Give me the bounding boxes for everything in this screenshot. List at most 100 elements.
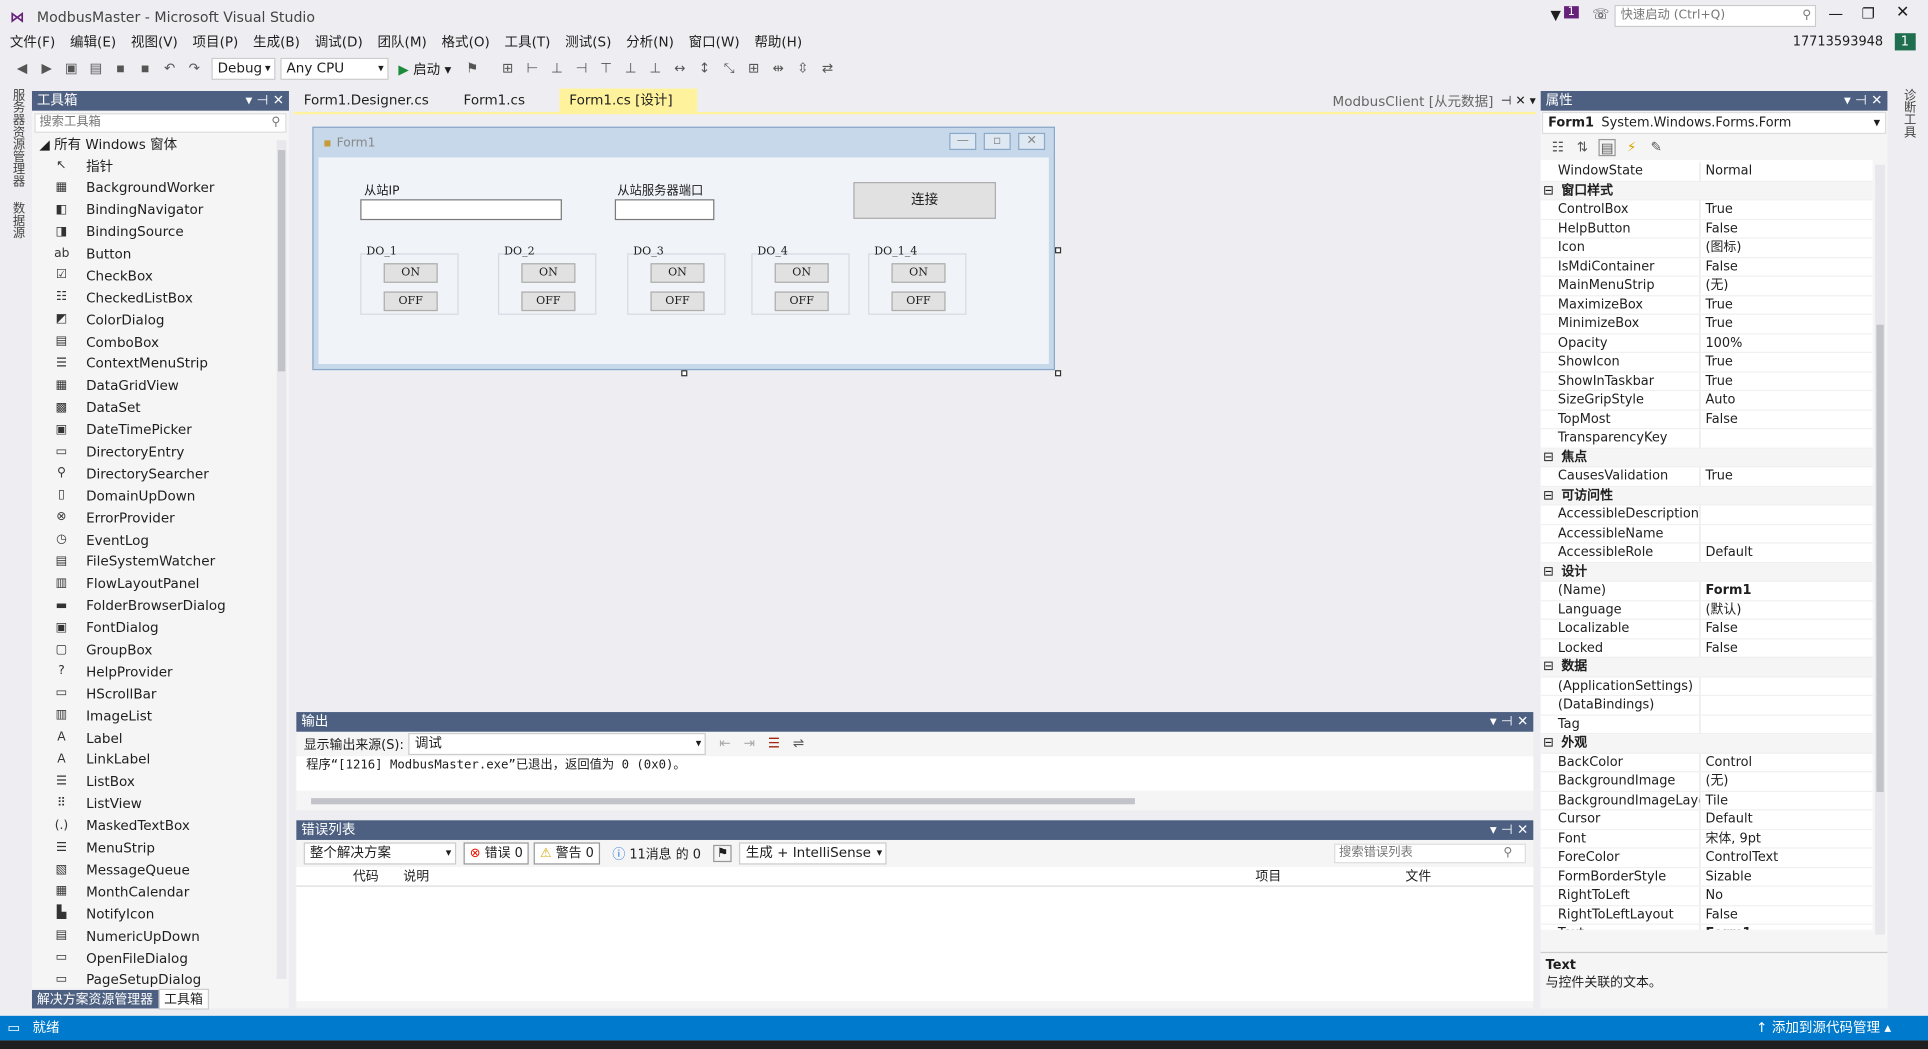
property-row[interactable]: BackColorControl bbox=[1541, 753, 1873, 772]
filter-icon[interactable]: ▼ bbox=[1551, 7, 1561, 23]
metadata-tab[interactable]: ModbusClient [从元数据] bbox=[1333, 91, 1494, 111]
property-row[interactable]: (Name)Form1 bbox=[1541, 582, 1873, 601]
property-row[interactable]: MainMenuStrip(无) bbox=[1541, 277, 1873, 296]
toolbox-item[interactable]: ☰ContextMenuStrip bbox=[32, 353, 274, 375]
do-on-button[interactable]: ON bbox=[521, 263, 575, 283]
toolbox-item[interactable]: ⠿ListView bbox=[32, 793, 274, 815]
output-hscrollbar[interactable] bbox=[311, 798, 1135, 804]
menu-item[interactable]: 生成(B) bbox=[253, 32, 300, 54]
collapse-icon[interactable]: ⊟ bbox=[1543, 563, 1554, 581]
property-row[interactable]: TopMostFalse bbox=[1541, 410, 1873, 429]
same-height-icon[interactable]: ↕ bbox=[696, 60, 713, 77]
property-value[interactable] bbox=[1701, 525, 1873, 543]
property-value[interactable]: Default bbox=[1701, 544, 1873, 562]
resize-handle-right[interactable] bbox=[1055, 247, 1061, 253]
property-value[interactable]: True bbox=[1701, 353, 1873, 371]
property-row[interactable]: SizeGripStyleAuto bbox=[1541, 391, 1873, 410]
errors-filter[interactable]: ⊗ 错误 0 bbox=[464, 842, 529, 864]
property-row[interactable]: Font宋体, 9pt bbox=[1541, 830, 1873, 849]
prop-scrollbar[interactable] bbox=[1875, 165, 1885, 935]
property-category[interactable]: ⊟数据 bbox=[1541, 658, 1873, 677]
toolbox-item[interactable]: ◩ColorDialog bbox=[32, 309, 274, 331]
scope-combo[interactable]: 整个解决方案 bbox=[304, 842, 456, 864]
align-right-icon[interactable]: ⊣ bbox=[573, 60, 590, 77]
toolbox-tab[interactable]: 工具箱 bbox=[158, 988, 209, 1009]
property-value[interactable]: True bbox=[1701, 296, 1873, 314]
warnings-filter[interactable]: ⚠ 警告 0 bbox=[534, 842, 600, 864]
do-on-button[interactable]: ON bbox=[650, 263, 704, 283]
property-value[interactable]: Form1 bbox=[1701, 582, 1873, 600]
property-row[interactable]: AccessibleDescription bbox=[1541, 505, 1873, 524]
property-row[interactable]: (DataBindings) bbox=[1541, 696, 1873, 715]
toolbox-item[interactable]: ▤FileSystemWatcher bbox=[32, 551, 274, 573]
property-value[interactable] bbox=[1701, 677, 1873, 695]
tab-form1-cs[interactable]: Form1.cs bbox=[454, 89, 560, 114]
toolbox-item[interactable]: ⚲DirectorySearcher bbox=[32, 463, 274, 485]
redo-icon[interactable]: ↷ bbox=[186, 60, 203, 77]
do-on-button[interactable]: ON bbox=[891, 263, 945, 283]
property-row[interactable]: Tag bbox=[1541, 715, 1873, 734]
diagnostics-tab[interactable]: 诊断工具 bbox=[1899, 89, 1917, 138]
platform-combo[interactable]: Any CPU bbox=[280, 58, 388, 80]
property-value[interactable]: No bbox=[1701, 887, 1873, 905]
property-row[interactable]: LocalizableFalse bbox=[1541, 620, 1873, 639]
toolbox-item[interactable]: ◷EventLog bbox=[32, 529, 274, 551]
menu-item[interactable]: 团队(M) bbox=[377, 32, 426, 54]
property-row[interactable]: HelpButtonFalse bbox=[1541, 220, 1873, 239]
minimize-button[interactable]: — bbox=[1828, 5, 1843, 22]
property-category[interactable]: ⊟设计 bbox=[1541, 563, 1873, 582]
do-off-button[interactable]: OFF bbox=[650, 291, 704, 311]
menu-item[interactable]: 分析(N) bbox=[626, 32, 674, 54]
align-left-icon[interactable]: ⊢ bbox=[524, 60, 541, 77]
property-value[interactable] bbox=[1701, 505, 1873, 523]
toolbox-item[interactable]: ▬FolderBrowserDialog bbox=[32, 595, 274, 617]
property-value[interactable]: False bbox=[1701, 620, 1873, 638]
toolbox-item[interactable]: ▣DateTimePicker bbox=[32, 419, 274, 441]
property-row[interactable]: WindowStateNormal bbox=[1541, 162, 1873, 181]
start-button[interactable]: ▶ 启动 ▾ bbox=[398, 59, 451, 79]
toolbox-item[interactable]: ?HelpProvider bbox=[32, 661, 274, 683]
toolbox-item[interactable]: ☷CheckedListBox bbox=[32, 287, 274, 309]
user-badge[interactable]: 1 bbox=[1895, 33, 1916, 50]
col-project[interactable]: 项目 bbox=[1255, 867, 1281, 885]
save-icon[interactable]: ▪ bbox=[112, 60, 129, 77]
toolbox-item[interactable]: ☰MenuStrip bbox=[32, 837, 274, 859]
menu-item[interactable]: 项目(P) bbox=[193, 32, 239, 54]
menu-item[interactable]: 调试(D) bbox=[315, 32, 363, 54]
resize-handle-bottom[interactable] bbox=[681, 370, 687, 376]
property-category[interactable]: ⊟窗口样式 bbox=[1541, 181, 1873, 200]
property-value[interactable]: True bbox=[1701, 372, 1873, 390]
data-sources-tab[interactable]: 数据源 bbox=[7, 202, 25, 239]
pin-icon[interactable]: ⊣ bbox=[257, 92, 269, 108]
property-row[interactable]: TextForm1 bbox=[1541, 925, 1873, 930]
property-value[interactable]: 100% bbox=[1701, 334, 1873, 352]
user-account[interactable]: 17713593948 1 bbox=[1793, 34, 1915, 49]
close-window-button[interactable]: ✕ bbox=[1896, 4, 1909, 22]
property-row[interactable]: MaximizeBoxTrue bbox=[1541, 296, 1873, 315]
same-size-icon[interactable]: ⤡ bbox=[721, 60, 738, 77]
toolbox-item[interactable]: ▭OpenFileDialog bbox=[32, 947, 274, 969]
goto-next-icon[interactable]: ⇥ bbox=[741, 735, 758, 752]
property-value[interactable]: False bbox=[1701, 639, 1873, 657]
toolbox-item[interactable]: ☑CheckBox bbox=[32, 265, 274, 287]
new-project-icon[interactable]: ▣ bbox=[63, 60, 80, 77]
vspacing-icon[interactable]: ⇳ bbox=[794, 60, 811, 77]
property-value[interactable]: ControlText bbox=[1701, 849, 1873, 867]
property-row[interactable]: ShowIconTrue bbox=[1541, 353, 1873, 372]
property-value[interactable]: True bbox=[1701, 315, 1873, 333]
property-pages-icon[interactable]: ✎ bbox=[1648, 139, 1665, 156]
tab-form1-design[interactable]: Form1.cs [设计] ⊣ ✕ bbox=[559, 89, 697, 114]
property-value[interactable]: False bbox=[1701, 410, 1873, 428]
property-row[interactable]: CursorDefault bbox=[1541, 810, 1873, 829]
property-row[interactable]: BackgroundImageLayoutTile bbox=[1541, 791, 1873, 810]
quick-launch-input[interactable]: 快速启动 (Ctrl+Q) ⚲ bbox=[1614, 5, 1816, 27]
connect-button[interactable]: 连接 bbox=[853, 182, 996, 219]
property-value[interactable]: Auto bbox=[1701, 391, 1873, 409]
property-category[interactable]: ⊟可访问性 bbox=[1541, 486, 1873, 505]
property-row[interactable]: CausesValidationTrue bbox=[1541, 467, 1873, 486]
toolbox-item[interactable]: ▥ImageList bbox=[32, 705, 274, 727]
property-value[interactable] bbox=[1701, 715, 1873, 733]
dropdown-icon[interactable]: ▾ bbox=[245, 92, 252, 108]
toolbox-item[interactable]: ▤ComboBox bbox=[32, 331, 274, 353]
property-value[interactable]: True bbox=[1701, 467, 1873, 485]
